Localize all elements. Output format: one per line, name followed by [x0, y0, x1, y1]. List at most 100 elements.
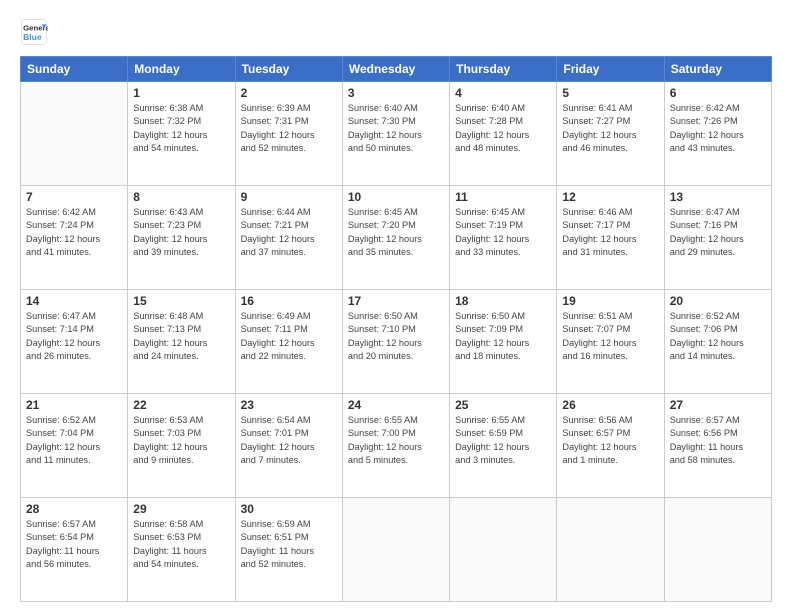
- calendar-day-cell: 29 Sunrise: 6:58 AM Sunset: 6:53 PM Dayli…: [128, 498, 235, 602]
- calendar-day-cell: 23 Sunrise: 6:54 AM Sunset: 7:01 PM Dayli…: [235, 394, 342, 498]
- day-info: Sunrise: 6:51 AM Sunset: 7:07 PM Dayligh…: [562, 310, 658, 363]
- day-info: Sunrise: 6:39 AM Sunset: 7:31 PM Dayligh…: [241, 102, 337, 155]
- day-number: 8: [133, 190, 229, 204]
- calendar-day-cell: [450, 498, 557, 602]
- day-number: 6: [670, 86, 766, 100]
- calendar-day-cell: [21, 82, 128, 186]
- calendar-day-cell: 15 Sunrise: 6:48 AM Sunset: 7:13 PM Dayli…: [128, 290, 235, 394]
- day-info: Sunrise: 6:43 AM Sunset: 7:23 PM Dayligh…: [133, 206, 229, 259]
- day-number: 15: [133, 294, 229, 308]
- calendar-day-cell: 4 Sunrise: 6:40 AM Sunset: 7:28 PM Daylig…: [450, 82, 557, 186]
- day-number: 29: [133, 502, 229, 516]
- day-info: Sunrise: 6:52 AM Sunset: 7:04 PM Dayligh…: [26, 414, 122, 467]
- calendar-day-cell: 14 Sunrise: 6:47 AM Sunset: 7:14 PM Dayli…: [21, 290, 128, 394]
- day-number: 10: [348, 190, 444, 204]
- day-number: 2: [241, 86, 337, 100]
- calendar-day-cell: 19 Sunrise: 6:51 AM Sunset: 7:07 PM Dayli…: [557, 290, 664, 394]
- day-info: Sunrise: 6:40 AM Sunset: 7:28 PM Dayligh…: [455, 102, 551, 155]
- calendar-day-cell: 13 Sunrise: 6:47 AM Sunset: 7:16 PM Dayli…: [664, 186, 771, 290]
- day-number: 17: [348, 294, 444, 308]
- calendar-day-cell: [557, 498, 664, 602]
- day-number: 4: [455, 86, 551, 100]
- calendar-day-cell: 16 Sunrise: 6:49 AM Sunset: 7:11 PM Dayli…: [235, 290, 342, 394]
- day-number: 1: [133, 86, 229, 100]
- day-info: Sunrise: 6:38 AM Sunset: 7:32 PM Dayligh…: [133, 102, 229, 155]
- calendar-table: SundayMondayTuesdayWednesdayThursdayFrid…: [20, 56, 772, 602]
- calendar-day-cell: 5 Sunrise: 6:41 AM Sunset: 7:27 PM Daylig…: [557, 82, 664, 186]
- calendar-day-cell: 20 Sunrise: 6:52 AM Sunset: 7:06 PM Dayli…: [664, 290, 771, 394]
- day-number: 19: [562, 294, 658, 308]
- weekday-header-row: SundayMondayTuesdayWednesdayThursdayFrid…: [21, 57, 772, 82]
- calendar-day-cell: 18 Sunrise: 6:50 AM Sunset: 7:09 PM Dayli…: [450, 290, 557, 394]
- day-info: Sunrise: 6:45 AM Sunset: 7:20 PM Dayligh…: [348, 206, 444, 259]
- day-number: 23: [241, 398, 337, 412]
- day-info: Sunrise: 6:50 AM Sunset: 7:09 PM Dayligh…: [455, 310, 551, 363]
- calendar-week-row: 28 Sunrise: 6:57 AM Sunset: 6:54 PM Dayli…: [21, 498, 772, 602]
- day-info: Sunrise: 6:57 AM Sunset: 6:56 PM Dayligh…: [670, 414, 766, 467]
- day-info: Sunrise: 6:44 AM Sunset: 7:21 PM Dayligh…: [241, 206, 337, 259]
- calendar-day-cell: 11Sunrise: 6:45 AM Sunset: 7:19 PM Dayli…: [450, 186, 557, 290]
- day-number: 21: [26, 398, 122, 412]
- day-info: Sunrise: 6:55 AM Sunset: 7:00 PM Dayligh…: [348, 414, 444, 467]
- day-info: Sunrise: 6:50 AM Sunset: 7:10 PM Dayligh…: [348, 310, 444, 363]
- day-info: Sunrise: 6:47 AM Sunset: 7:14 PM Dayligh…: [26, 310, 122, 363]
- day-info: Sunrise: 6:48 AM Sunset: 7:13 PM Dayligh…: [133, 310, 229, 363]
- day-info: Sunrise: 6:55 AM Sunset: 6:59 PM Dayligh…: [455, 414, 551, 467]
- weekday-header: Friday: [557, 57, 664, 82]
- day-number: 18: [455, 294, 551, 308]
- day-number: 7: [26, 190, 122, 204]
- day-number: 14: [26, 294, 122, 308]
- day-number: 28: [26, 502, 122, 516]
- weekday-header: Wednesday: [342, 57, 449, 82]
- day-info: Sunrise: 6:53 AM Sunset: 7:03 PM Dayligh…: [133, 414, 229, 467]
- calendar-week-row: 1 Sunrise: 6:38 AM Sunset: 7:32 PM Daylig…: [21, 82, 772, 186]
- day-number: 24: [348, 398, 444, 412]
- calendar-day-cell: 12Sunrise: 6:46 AM Sunset: 7:17 PM Dayli…: [557, 186, 664, 290]
- calendar-day-cell: 30Sunrise: 6:59 AM Sunset: 6:51 PM Dayli…: [235, 498, 342, 602]
- day-info: Sunrise: 6:40 AM Sunset: 7:30 PM Dayligh…: [348, 102, 444, 155]
- day-number: 13: [670, 190, 766, 204]
- calendar-day-cell: 6 Sunrise: 6:42 AM Sunset: 7:26 PM Daylig…: [664, 82, 771, 186]
- logo-icon: General Blue: [20, 18, 48, 46]
- calendar-day-cell: 8 Sunrise: 6:43 AM Sunset: 7:23 PM Daylig…: [128, 186, 235, 290]
- calendar-week-row: 7 Sunrise: 6:42 AM Sunset: 7:24 PM Daylig…: [21, 186, 772, 290]
- day-info: Sunrise: 6:47 AM Sunset: 7:16 PM Dayligh…: [670, 206, 766, 259]
- day-info: Sunrise: 6:58 AM Sunset: 6:53 PM Dayligh…: [133, 518, 229, 571]
- day-number: 20: [670, 294, 766, 308]
- svg-text:Blue: Blue: [23, 32, 42, 42]
- day-number: 5: [562, 86, 658, 100]
- day-number: 22: [133, 398, 229, 412]
- calendar-day-cell: 26Sunrise: 6:56 AM Sunset: 6:57 PM Dayli…: [557, 394, 664, 498]
- day-info: Sunrise: 6:46 AM Sunset: 7:17 PM Dayligh…: [562, 206, 658, 259]
- calendar-day-cell: 10 Sunrise: 6:45 AM Sunset: 7:20 PM Dayli…: [342, 186, 449, 290]
- day-info: Sunrise: 6:42 AM Sunset: 7:24 PM Dayligh…: [26, 206, 122, 259]
- day-info: Sunrise: 6:56 AM Sunset: 6:57 PM Dayligh…: [562, 414, 658, 467]
- calendar-week-row: 21 Sunrise: 6:52 AM Sunset: 7:04 PM Dayli…: [21, 394, 772, 498]
- calendar-day-cell: 17 Sunrise: 6:50 AM Sunset: 7:10 PM Dayli…: [342, 290, 449, 394]
- calendar-day-cell: 9Sunrise: 6:44 AM Sunset: 7:21 PM Daylig…: [235, 186, 342, 290]
- weekday-header: Monday: [128, 57, 235, 82]
- calendar-day-cell: 27Sunrise: 6:57 AM Sunset: 6:56 PM Dayli…: [664, 394, 771, 498]
- calendar-day-cell: 24 Sunrise: 6:55 AM Sunset: 7:00 PM Dayli…: [342, 394, 449, 498]
- header: General Blue: [20, 18, 772, 46]
- calendar-day-cell: 28 Sunrise: 6:57 AM Sunset: 6:54 PM Dayli…: [21, 498, 128, 602]
- day-info: Sunrise: 6:54 AM Sunset: 7:01 PM Dayligh…: [241, 414, 337, 467]
- day-info: Sunrise: 6:41 AM Sunset: 7:27 PM Dayligh…: [562, 102, 658, 155]
- day-info: Sunrise: 6:52 AM Sunset: 7:06 PM Dayligh…: [670, 310, 766, 363]
- weekday-header: Tuesday: [235, 57, 342, 82]
- day-number: 16: [241, 294, 337, 308]
- calendar-week-row: 14 Sunrise: 6:47 AM Sunset: 7:14 PM Dayli…: [21, 290, 772, 394]
- calendar-day-cell: 3 Sunrise: 6:40 AM Sunset: 7:30 PM Daylig…: [342, 82, 449, 186]
- day-info: Sunrise: 6:49 AM Sunset: 7:11 PM Dayligh…: [241, 310, 337, 363]
- calendar-day-cell: [342, 498, 449, 602]
- day-info: Sunrise: 6:45 AM Sunset: 7:19 PM Dayligh…: [455, 206, 551, 259]
- day-info: Sunrise: 6:42 AM Sunset: 7:26 PM Dayligh…: [670, 102, 766, 155]
- calendar-day-cell: 7 Sunrise: 6:42 AM Sunset: 7:24 PM Daylig…: [21, 186, 128, 290]
- weekday-header: Sunday: [21, 57, 128, 82]
- calendar-day-cell: 21 Sunrise: 6:52 AM Sunset: 7:04 PM Dayli…: [21, 394, 128, 498]
- day-info: Sunrise: 6:57 AM Sunset: 6:54 PM Dayligh…: [26, 518, 122, 571]
- calendar-day-cell: 2 Sunrise: 6:39 AM Sunset: 7:31 PM Daylig…: [235, 82, 342, 186]
- weekday-header: Saturday: [664, 57, 771, 82]
- day-number: 30: [241, 502, 337, 516]
- day-number: 3: [348, 86, 444, 100]
